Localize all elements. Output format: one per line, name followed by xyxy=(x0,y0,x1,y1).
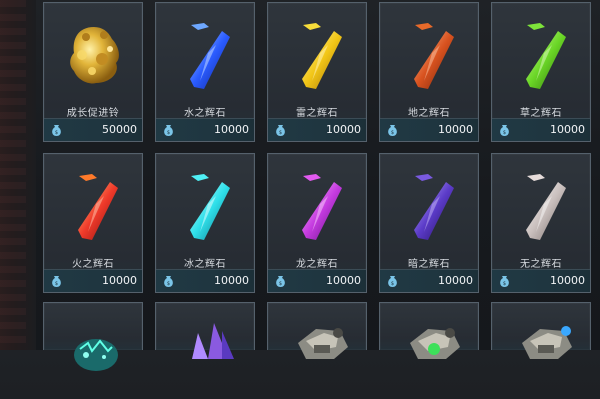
svg-text:$: $ xyxy=(391,281,394,287)
green-mechanical-device-icon xyxy=(410,328,460,359)
money-bag-icon: $ xyxy=(500,125,509,136)
price-bar: $ 10000 xyxy=(156,269,254,292)
item-name: 火之辉石 xyxy=(72,259,114,270)
item-price: 50000 xyxy=(102,123,137,136)
shop-item-card[interactable] xyxy=(491,302,591,359)
item-name: 暗之辉石 xyxy=(408,259,450,270)
shop-item-card[interactable] xyxy=(43,302,143,371)
shop-item-card[interactable]: 草之辉石 $ 10000 xyxy=(491,2,591,142)
money-bag-icon: $ xyxy=(388,276,397,287)
grass-crystal-icon xyxy=(526,23,566,89)
price-bar: $ 10000 xyxy=(268,118,366,141)
neutral-crystal-icon xyxy=(526,174,566,240)
item-name: 草之辉石 xyxy=(520,108,562,119)
water-crystal-icon xyxy=(190,23,230,89)
gold-bell-icon xyxy=(70,27,119,84)
dragon-crystal-icon xyxy=(302,174,342,240)
money-bag-icon: $ xyxy=(52,276,61,287)
item-price: 10000 xyxy=(550,123,585,136)
money-bag-icon: $ xyxy=(500,276,509,287)
svg-text:$: $ xyxy=(167,130,170,136)
money-bag-icon: $ xyxy=(164,276,173,287)
item-name: 龙之辉石 xyxy=(296,259,338,270)
item-price: 10000 xyxy=(102,274,137,287)
svg-text:$: $ xyxy=(55,281,58,287)
item-price: 10000 xyxy=(214,123,249,136)
price-bar: $ 10000 xyxy=(492,269,590,292)
item-name: 水之辉石 xyxy=(184,108,226,119)
item-price: 10000 xyxy=(438,123,473,136)
shop-item-card[interactable]: 冰之辉石 $ 10000 xyxy=(155,153,255,293)
shop-item-card[interactable]: 暗之辉石 $ 10000 xyxy=(379,153,479,293)
money-bag-icon: $ xyxy=(388,125,397,136)
item-price: 10000 xyxy=(550,274,585,287)
item-name: 冰之辉石 xyxy=(184,259,226,270)
earth-crystal-icon xyxy=(414,23,454,89)
dark-crystal-icon xyxy=(414,174,454,240)
fire-crystal-icon xyxy=(78,174,118,240)
item-name: 地之辉石 xyxy=(408,108,450,119)
svg-text:$: $ xyxy=(503,130,506,136)
money-bag-icon: $ xyxy=(276,276,285,287)
price-bar: $ 10000 xyxy=(380,269,478,292)
svg-text:$: $ xyxy=(55,130,58,136)
thunder-crystal-icon xyxy=(302,23,342,89)
mechanical-device-icon xyxy=(298,328,348,359)
price-bar: $ 10000 xyxy=(492,118,590,141)
price-bar: $ 50000 xyxy=(44,118,142,141)
item-name: 无之辉石 xyxy=(520,259,562,270)
money-bag-icon: $ xyxy=(276,125,285,136)
money-bag-icon: $ xyxy=(52,125,61,136)
ice-crystal-icon xyxy=(190,174,230,240)
item-price: 10000 xyxy=(214,274,249,287)
svg-text:$: $ xyxy=(279,130,282,136)
price-bar: $ 10000 xyxy=(44,269,142,292)
shop-item-card[interactable] xyxy=(267,302,367,359)
svg-text:$: $ xyxy=(391,130,394,136)
item-name: 成长促进铃 xyxy=(66,108,120,119)
blue-mechanical-device-icon xyxy=(522,326,572,359)
shop-item-card[interactable]: 成长促进铃 $ 50000 xyxy=(43,2,143,142)
price-bar: $ 10000 xyxy=(380,118,478,141)
svg-text:$: $ xyxy=(167,281,170,287)
shop-item-card[interactable]: 地之辉石 $ 10000 xyxy=(379,2,479,142)
shop-item-card[interactable]: 雷之辉石 $ 10000 xyxy=(267,2,367,142)
money-bag-icon: $ xyxy=(164,125,173,136)
price-bar: $ 10000 xyxy=(268,269,366,292)
svg-text:$: $ xyxy=(503,281,506,287)
shop-item-card[interactable]: 龙之辉石 $ 10000 xyxy=(267,153,367,293)
shop-item-card[interactable]: 水之辉石 $ 10000 xyxy=(155,2,255,142)
shop-item-card[interactable] xyxy=(155,302,255,359)
shop-item-card[interactable]: 火之辉石 $ 10000 xyxy=(43,153,143,293)
price-bar: $ 10000 xyxy=(156,118,254,141)
item-name: 雷之辉石 xyxy=(296,108,338,119)
shop-item-card[interactable] xyxy=(379,302,479,359)
shop-item-card[interactable]: 无之辉石 $ 10000 xyxy=(491,153,591,293)
item-price: 10000 xyxy=(326,274,361,287)
svg-text:$: $ xyxy=(279,281,282,287)
item-price: 10000 xyxy=(326,123,361,136)
shop-item-grid: 成长促进铃 $ 50000 水之辉石 $ 10000 雷之辉石 $ 10000 … xyxy=(0,0,600,371)
purple-crystal-cluster-icon xyxy=(192,323,234,359)
teal-orb-icon xyxy=(74,339,118,371)
item-price: 10000 xyxy=(438,274,473,287)
